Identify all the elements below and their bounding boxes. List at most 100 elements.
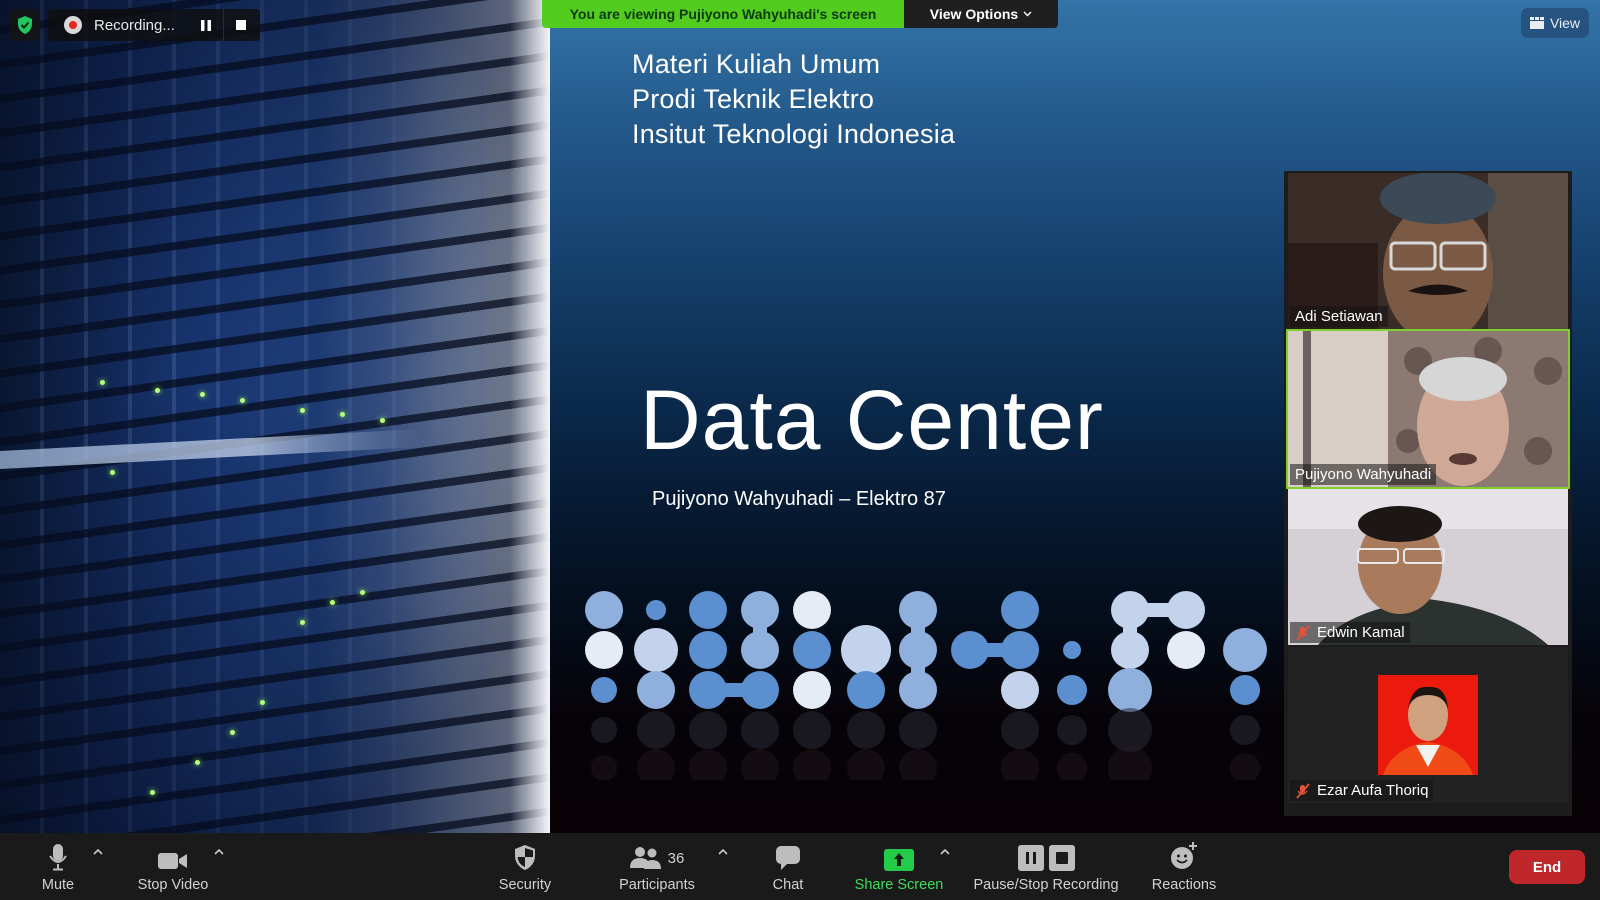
dot (585, 631, 623, 669)
stop-icon (235, 20, 246, 30)
chevron-down-icon (1023, 11, 1032, 17)
security-shield-icon (515, 845, 535, 870)
slide-title: Data Center (640, 373, 1104, 467)
reactions-label: Reactions (1151, 877, 1217, 893)
view-options-button[interactable]: View Options (904, 0, 1058, 28)
participants-count: 36 (667, 849, 685, 867)
security-button[interactable]: Security (490, 833, 560, 900)
dot (1230, 675, 1260, 705)
slide-heading-line-1: Materi Kuliah Umum (632, 49, 881, 79)
participants-icon (629, 847, 661, 869)
mute-button[interactable]: Mute (30, 833, 86, 900)
encryption-shield-badge[interactable] (10, 9, 40, 41)
dot (1001, 631, 1039, 669)
view-options-label: View Options (929, 6, 1019, 22)
recording-indicator: Recording... (48, 9, 260, 41)
dot-reflection (689, 749, 727, 780)
participant-tile-active-speaker[interactable]: Pujiyono Wahyuhadi (1286, 329, 1570, 489)
dot-reflection (899, 749, 937, 780)
security-label: Security (498, 877, 552, 893)
slide-subtitle: Pujiyono Wahyuhadi – Elektro 87 (652, 488, 946, 510)
view-button-label: View (1549, 15, 1581, 31)
dot-reflection (793, 749, 831, 780)
dot (689, 631, 727, 669)
dot-reflection (847, 711, 885, 749)
participant-name-tag: Pujiyono Wahyuhadi (1290, 464, 1437, 485)
participant-tile[interactable]: Edwin Kamal (1288, 489, 1568, 645)
dot (634, 628, 678, 672)
reactions-button[interactable]: Reactions (1146, 833, 1222, 900)
slide-heading-line-3: Insitut Teknologi Indonesia (632, 119, 956, 149)
recording-dot-icon (64, 16, 82, 34)
stop-video-button[interactable]: Stop Video (128, 833, 218, 900)
muted-mic-icon (1296, 624, 1310, 641)
dot (689, 591, 727, 629)
pause-stop-recording-label: Pause/Stop Recording (973, 877, 1119, 893)
dot (1167, 591, 1205, 629)
dot-reflection (1230, 753, 1260, 780)
viewing-screen-banner: You are viewing Pujiyono Wahyuhadi's scr… (542, 0, 904, 28)
dot (899, 591, 937, 629)
dot (646, 600, 666, 620)
participants-button[interactable]: 36 Participants (612, 833, 702, 900)
dot (899, 631, 937, 669)
dot (741, 591, 779, 629)
participant-name: Ezar Aufa Thoriq (1317, 782, 1429, 799)
chevron-up-icon (93, 849, 103, 855)
participant-name: Pujiyono Wahyuhadi (1295, 466, 1432, 483)
meeting-controls-toolbar: Mute Stop Video Security 36 Participants… (0, 833, 1600, 900)
dot (741, 631, 779, 669)
dot (1063, 641, 1081, 659)
dot (741, 671, 779, 709)
pause-recording-icon (1017, 845, 1044, 871)
end-meeting-button[interactable]: End (1509, 850, 1585, 884)
share-screen-button[interactable]: Share Screen (850, 833, 948, 900)
participant-tile[interactable]: Ezar Aufa Thoriq (1288, 647, 1568, 803)
stop-video-label: Stop Video (137, 877, 209, 893)
dot-reflection (1108, 708, 1152, 752)
stop-recording-button[interactable] (223, 9, 257, 41)
video-options-caret[interactable] (212, 845, 226, 859)
dot-reflection (637, 749, 675, 780)
server-rack-photo (0, 0, 550, 833)
slide-heading-line-2: Prodi Teknik Elektro (632, 84, 875, 114)
share-screen-icon (884, 849, 914, 871)
dot (1223, 628, 1267, 672)
dot-reflection (1001, 711, 1039, 749)
dot (1167, 631, 1205, 669)
dot-reflection (1057, 753, 1087, 780)
dot (1108, 668, 1152, 712)
chevron-up-icon (214, 849, 224, 855)
dot-reflection (847, 749, 885, 780)
dot (793, 631, 831, 669)
dot (1001, 591, 1039, 629)
view-layout-button[interactable]: View (1521, 8, 1589, 38)
dot-reflection (741, 711, 779, 749)
audio-options-caret[interactable] (91, 845, 105, 859)
muted-mic-icon (1296, 782, 1310, 799)
dot (1057, 675, 1087, 705)
dot (585, 591, 623, 629)
dot-reflection (1001, 749, 1039, 780)
participant-name: Edwin Kamal (1317, 624, 1405, 641)
share-options-caret[interactable] (938, 845, 952, 859)
participants-options-caret[interactable] (716, 845, 730, 859)
dot-reflection (793, 711, 831, 749)
participant-name-tag: Adi Setiawan (1290, 306, 1388, 327)
dot-reflection (689, 711, 727, 749)
participant-tile[interactable]: Adi Setiawan (1288, 173, 1568, 329)
dot (1001, 671, 1039, 709)
pause-icon (201, 19, 211, 31)
shield-check-icon (18, 16, 32, 34)
dot-reflection (637, 711, 675, 749)
microphone-icon (49, 844, 67, 871)
chat-button[interactable]: Chat (762, 833, 814, 900)
dot-reflection (591, 755, 617, 780)
dot (1111, 591, 1149, 629)
chevron-up-icon (718, 849, 728, 855)
chat-label: Chat (772, 877, 804, 893)
pause-recording-button[interactable] (189, 9, 223, 41)
pause-stop-recording-button[interactable]: Pause/Stop Recording (966, 833, 1126, 900)
dot-reflection (591, 717, 617, 743)
chevron-up-icon (940, 849, 950, 855)
